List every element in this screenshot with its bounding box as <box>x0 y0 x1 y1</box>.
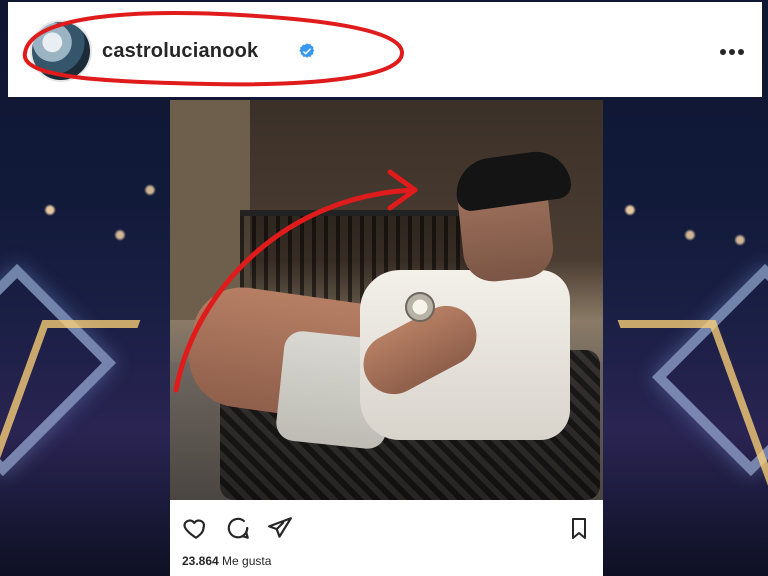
save-button[interactable] <box>565 514 593 542</box>
profile-username[interactable]: castrolucianook <box>102 40 258 63</box>
send-icon <box>268 517 292 538</box>
likes-summary: 23.864 Me gusta <box>182 554 271 568</box>
post-header: castrolucianook <box>8 2 762 97</box>
comment-button[interactable] <box>224 514 252 542</box>
photo-person-watch <box>405 292 435 322</box>
comment-icon <box>227 517 249 539</box>
post-photo[interactable] <box>170 100 603 502</box>
profile-avatar[interactable] <box>30 20 92 82</box>
more-horizontal-icon <box>720 49 744 55</box>
photo-person-cap <box>452 147 573 213</box>
verified-badge-icon <box>299 43 315 58</box>
post-actions-bar: 23.864 Me gusta <box>170 500 603 576</box>
heart-icon <box>183 519 206 539</box>
bookmark-icon <box>572 518 586 539</box>
likes-label: Me gusta <box>222 554 272 568</box>
share-button[interactable] <box>266 514 294 542</box>
more-options-button[interactable] <box>712 32 752 72</box>
like-button[interactable] <box>182 514 210 542</box>
likes-count: 23.864 <box>182 554 219 568</box>
